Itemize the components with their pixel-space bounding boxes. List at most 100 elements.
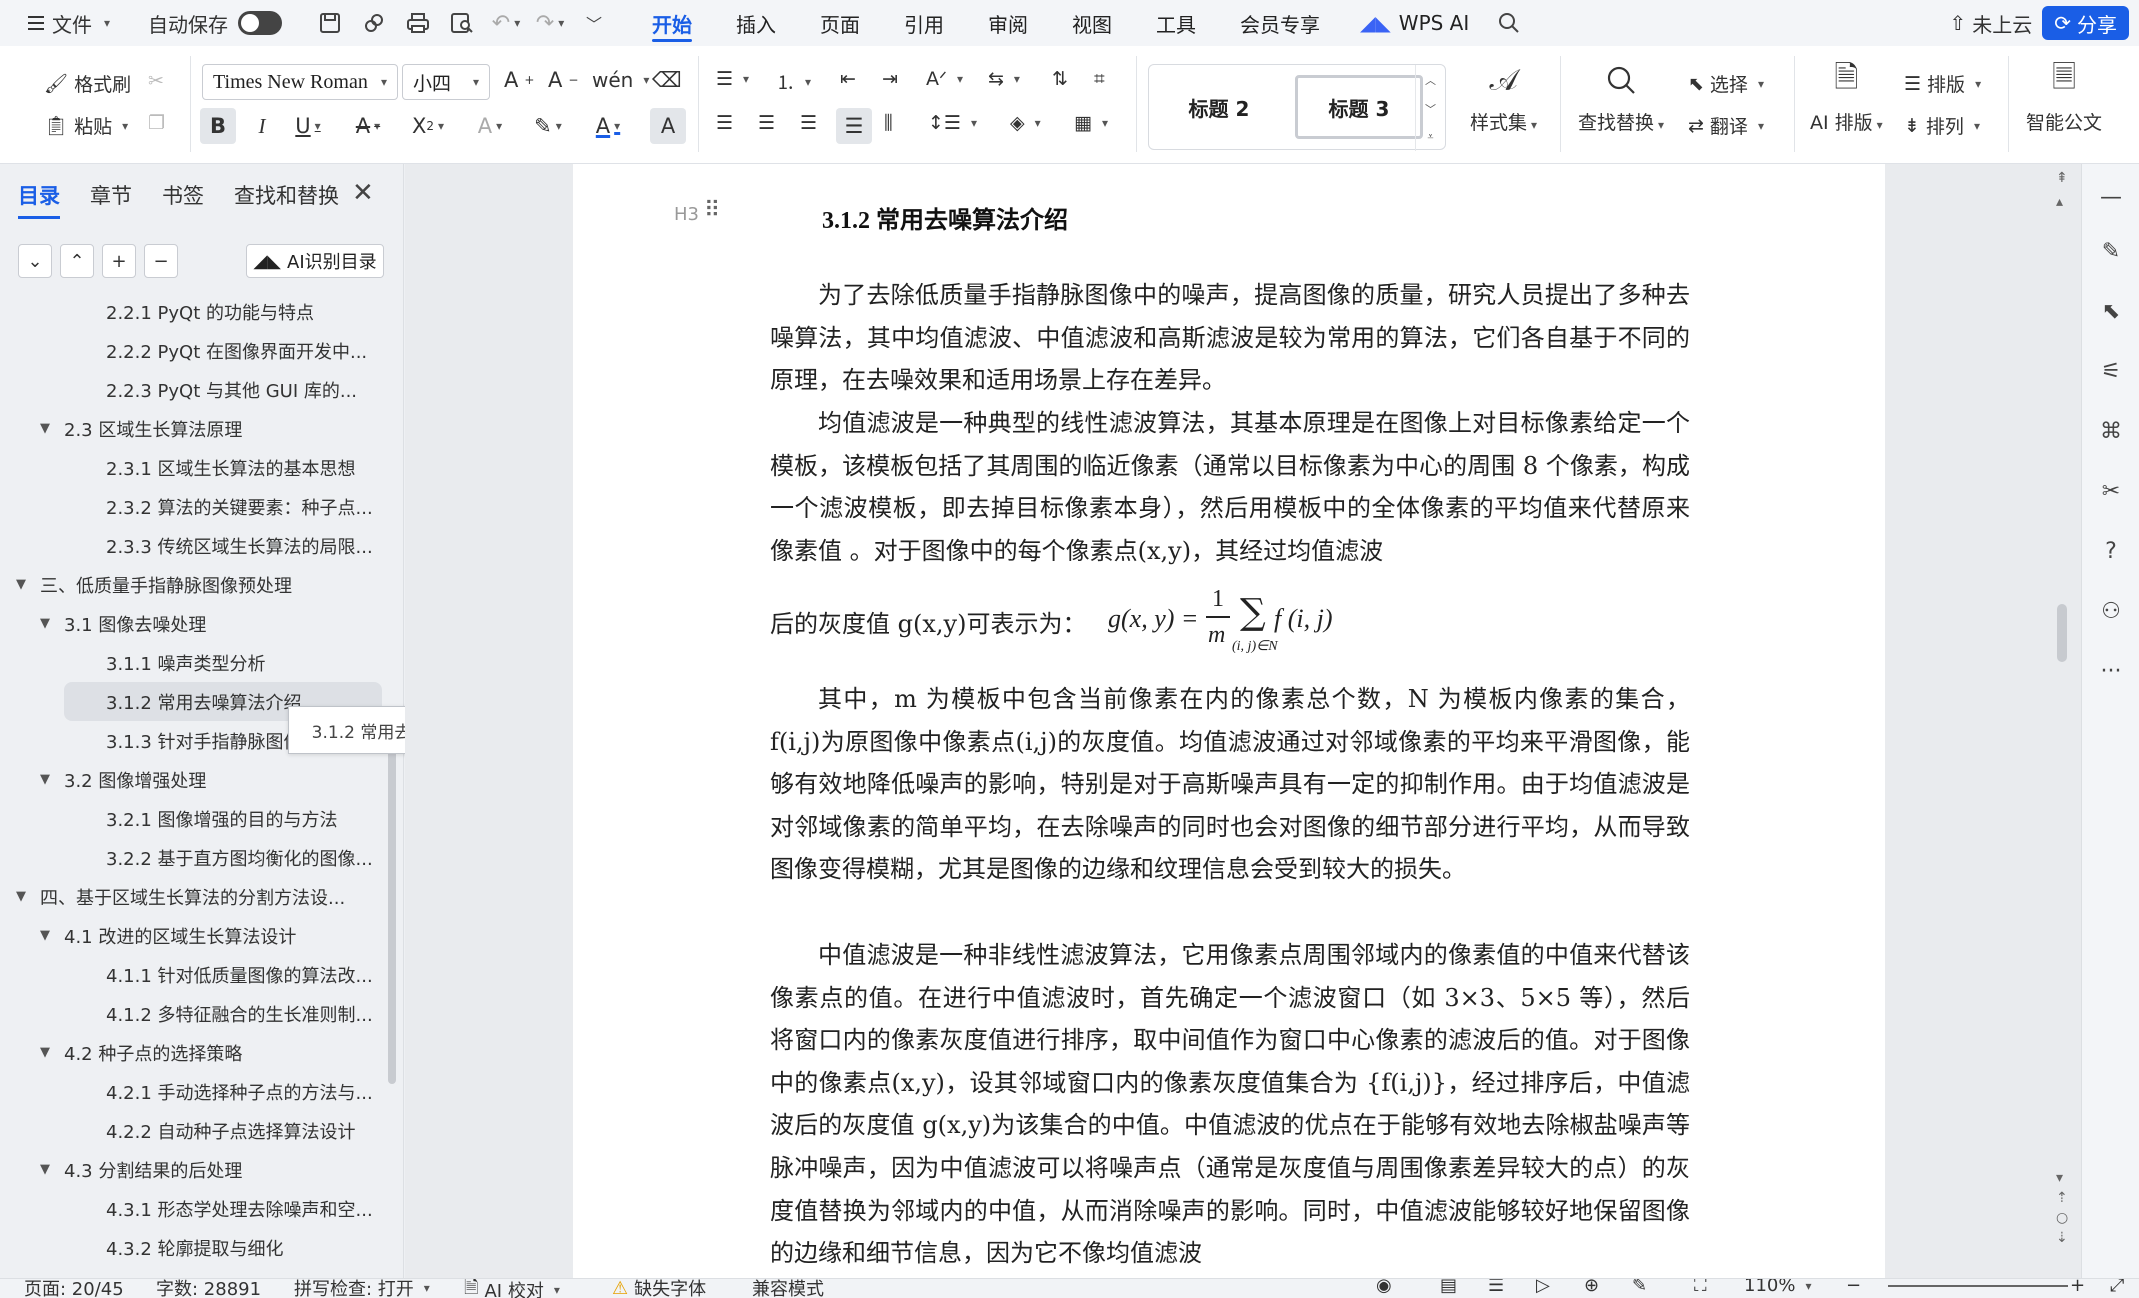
- align-center-icon[interactable]: ☰: [758, 112, 775, 134]
- cloud-status[interactable]: ⇧ 未上云: [1949, 9, 2032, 38]
- tab-insert[interactable]: 插入: [714, 0, 798, 46]
- styles-scroll[interactable]: ︿ ﹀ ⩡: [1415, 65, 1445, 151]
- toc-expand-icon[interactable]: ▼: [40, 772, 58, 787]
- page-count[interactable]: 页面: 20/45: [24, 1279, 124, 1298]
- typeset-button[interactable]: ☰ 排版 ▾: [1904, 70, 1981, 97]
- tab-bookmarks[interactable]: 书签: [162, 180, 204, 219]
- font-color-icon[interactable]: A ▾: [590, 108, 626, 144]
- line-break-icon[interactable]: ⇆ ▾: [988, 68, 1020, 90]
- word-count[interactable]: 字数: 28891: [156, 1279, 261, 1298]
- ai-check[interactable]: 🗎︎ AI 校对 ▾: [464, 1279, 560, 1298]
- toc-item[interactable]: 2.2.2 PyQt 在图像界面开发中...: [0, 331, 384, 370]
- superscript-icon[interactable]: X 2 ▾: [410, 108, 446, 144]
- expand-all-icon[interactable]: ⌄: [18, 244, 52, 278]
- more-quick-icon[interactable]: ﹀: [572, 0, 616, 46]
- toc-item[interactable]: 4.3.1 形态学处理去除噪声和空...: [0, 1189, 384, 1228]
- translate-button[interactable]: ⇄ 翻译 ▾: [1688, 112, 1764, 139]
- outline-view-icon[interactable]: ☰: [1488, 1279, 1504, 1296]
- tools-icon[interactable]: ✂: [2094, 474, 2128, 508]
- wps-ai-button[interactable]: ◢◣ WPS AI: [1342, 11, 1487, 35]
- expand-icon[interactable]: ⩡: [1427, 130, 1433, 144]
- toc-expand-icon[interactable]: ▼: [40, 421, 58, 436]
- toc-item[interactable]: 2.3.3 传统区域生长算法的局限...: [0, 526, 384, 565]
- close-icon[interactable]: ✕: [352, 178, 374, 208]
- toc-item[interactable]: 4.2.2 自动种子点选择算法设计: [0, 1111, 384, 1150]
- tab-toc[interactable]: 目录: [18, 180, 60, 219]
- increase-indent-icon[interactable]: ⇥: [882, 68, 898, 90]
- smart-doc-button[interactable]: 🗏︎ 智能公文: [2026, 60, 2102, 135]
- missing-font[interactable]: ⚠ 缺失字体: [612, 1279, 706, 1298]
- show-marks-icon[interactable]: ⌗: [1094, 68, 1105, 90]
- save-icon[interactable]: [308, 0, 352, 46]
- toc-item[interactable]: 2.2.3 PyQt 与其他 GUI 库的...: [0, 370, 384, 409]
- numbered-list-icon[interactable]: ⒈ ▾: [776, 68, 811, 95]
- font-grow-icon[interactable]: A +: [504, 68, 534, 92]
- align-right-icon[interactable]: ☰: [800, 112, 817, 134]
- select-browse-icon[interactable]: ○: [2056, 1210, 2068, 1226]
- bullet-list-icon[interactable]: ☰ ▾: [716, 68, 749, 90]
- tab-find-replace[interactable]: 查找和替换: [234, 180, 339, 219]
- italic-icon[interactable]: I: [244, 108, 280, 144]
- toc-item[interactable]: 2.2.1 PyQt 的功能与特点: [0, 292, 384, 331]
- link-icon[interactable]: [352, 0, 396, 46]
- fit-page-icon[interactable]: ⛶: [1694, 1279, 1707, 1296]
- tab-view[interactable]: 视图: [1050, 0, 1134, 46]
- remove-heading-icon[interactable]: −: [144, 244, 178, 278]
- toc-scrollbar[interactable]: [388, 724, 396, 1084]
- border-icon[interactable]: ▦ ▾: [1074, 112, 1108, 134]
- arrange-button[interactable]: ⇟ 排列 ▾: [1904, 112, 1980, 139]
- web-view-icon[interactable]: ⊕: [1584, 1279, 1599, 1296]
- text-effect-icon[interactable]: A ▾: [472, 108, 508, 144]
- format-painter-button[interactable]: 🖌︎ 格式刷: [44, 70, 131, 97]
- tab-home[interactable]: 开始: [630, 0, 714, 46]
- toc-item[interactable]: 4.3.2 轮廓提取与细化: [0, 1228, 384, 1262]
- chevron-down-icon[interactable]: ﹀: [1425, 101, 1436, 117]
- toc-item[interactable]: 3.2.2 基于直方图均衡化的图像...: [0, 838, 384, 877]
- autosave-toggle[interactable]: [238, 11, 283, 35]
- shading-icon[interactable]: ◈ ▾: [1010, 112, 1041, 134]
- ai-toc-button[interactable]: ◢◣ AI识别目录: [246, 244, 384, 278]
- style-heading-2[interactable]: 标题 2: [1155, 75, 1283, 139]
- tab-member[interactable]: 会员专享: [1218, 0, 1342, 46]
- toc-item[interactable]: ▼ 2.3 区域生长算法原理: [0, 409, 384, 448]
- strikethrough-icon[interactable]: A ▾: [350, 108, 386, 144]
- document-scrollbar[interactable]: [2057, 604, 2067, 662]
- toc-item[interactable]: ▼ 4.1 改进的区域生长算法设计: [0, 916, 384, 955]
- file-menu[interactable]: 文件 ▾: [16, 0, 122, 46]
- zoom-in-icon[interactable]: +: [2070, 1279, 2085, 1296]
- justify-icon[interactable]: ☰: [836, 108, 872, 144]
- zoom-slider[interactable]: [1888, 1285, 2068, 1287]
- scroll-down-icon[interactable]: ▾: [2056, 1170, 2068, 1186]
- toc-item[interactable]: ▼ 4.2 种子点的选择策略: [0, 1033, 384, 1072]
- scroll-up-icon[interactable]: ▴: [2056, 194, 2068, 210]
- bold-icon[interactable]: B: [200, 108, 236, 144]
- toc-item[interactable]: ▼ 三、低质量手指静脉图像预处理: [0, 565, 384, 604]
- toc-expand-icon[interactable]: ▼: [16, 577, 34, 592]
- collapse-all-icon[interactable]: ⌃: [60, 244, 94, 278]
- search-icon[interactable]: [1487, 0, 1531, 46]
- more-icon[interactable]: ···: [2094, 654, 2128, 688]
- fullscreen-icon[interactable]: ⤢: [2110, 1279, 2124, 1296]
- text-direction-icon[interactable]: Aᐟ ▾: [926, 68, 963, 90]
- toc-item[interactable]: ▼ 4.3 分割结果的后处理: [0, 1150, 384, 1189]
- toc-expand-icon[interactable]: ▼: [40, 616, 58, 631]
- font-family-select[interactable]: Times New Roman ▾: [202, 64, 398, 100]
- undo-icon[interactable]: ↶ ▾: [484, 0, 528, 46]
- share-button[interactable]: ⟳ 分享: [2042, 6, 2129, 40]
- shirt-icon[interactable]: ⚇: [2094, 594, 2128, 628]
- toc-item[interactable]: 3.2.1 图像增强的目的与方法: [0, 799, 384, 838]
- zoom-out-icon[interactable]: −: [1846, 1279, 1861, 1296]
- zoom-level[interactable]: 110% ▾: [1744, 1279, 1812, 1296]
- toc-item[interactable]: 2.3.2 算法的关键要素：种子点...: [0, 487, 384, 526]
- play-icon[interactable]: ▷: [1536, 1279, 1550, 1296]
- copy-icon[interactable]: ❐: [148, 112, 165, 134]
- scroll-top-icon[interactable]: ⇞: [2056, 170, 2068, 186]
- pointer-icon[interactable]: ⬉: [2094, 294, 2128, 328]
- redo-icon[interactable]: ↷ ▾: [528, 0, 572, 46]
- toc-expand-icon[interactable]: ▼: [40, 1162, 58, 1177]
- pen-view-icon[interactable]: ✎: [1632, 1279, 1647, 1296]
- tab-reference[interactable]: 引用: [882, 0, 966, 46]
- tab-chapters[interactable]: 章节: [90, 180, 132, 219]
- drag-handle-icon[interactable]: ⠿: [704, 198, 720, 223]
- toc-item[interactable]: ▼ 3.1 图像去噪处理: [0, 604, 384, 643]
